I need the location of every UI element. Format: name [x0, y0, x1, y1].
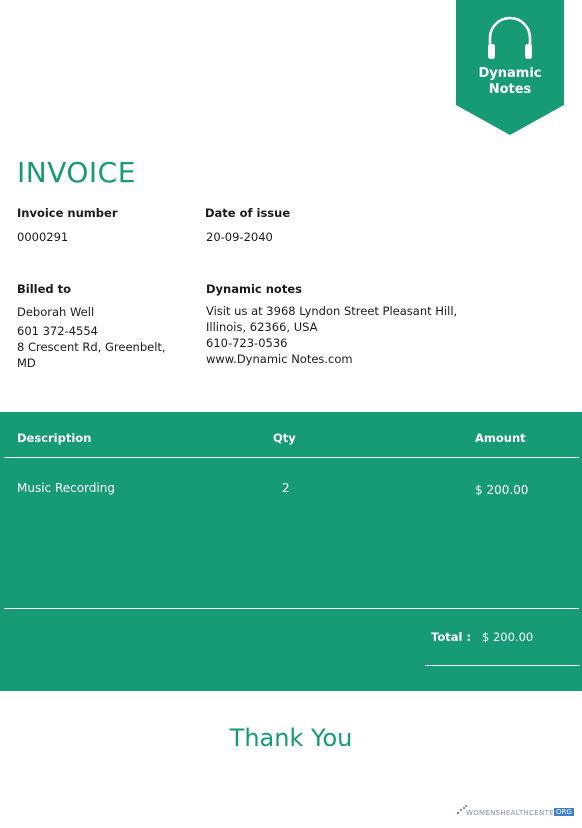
brand-name: Dynamic Notes — [456, 66, 564, 98]
company-label: Dynamic notes — [206, 282, 302, 296]
row-description: Music Recording — [17, 481, 115, 495]
watermark-text: WOMENSHEALTHCENTER — [466, 809, 560, 817]
billed-to-phone: 601 372-4554 — [17, 324, 98, 338]
billed-to-address-line1: 8 Crescent Rd, Greenbelt, — [17, 340, 166, 354]
billed-to-address-line2: MD — [17, 356, 36, 370]
date-of-issue-label: Date of issue — [205, 206, 291, 220]
brand-logo: Dynamic Notes — [456, 0, 564, 135]
total-divider — [425, 665, 580, 666]
brand-name-line1: Dynamic — [478, 66, 542, 81]
line-items-table — [0, 412, 582, 691]
total-label: Total : — [431, 630, 472, 644]
header-divider — [4, 457, 579, 458]
column-header-amount: Amount — [475, 431, 526, 445]
brand-name-line2: Notes — [488, 82, 532, 97]
company-website[interactable]: www.Dynamic Notes.com — [206, 351, 506, 367]
invoice-number-label: Invoice number — [17, 206, 118, 220]
page-title: INVOICE — [17, 156, 136, 189]
company-phone: 610-723-0536 — [206, 336, 288, 350]
watermark-org: ORG — [554, 808, 574, 816]
company-address-line2: Illinois, 62366, USA — [206, 320, 318, 334]
billed-to-label: Billed to — [17, 282, 72, 296]
invoice-number: 0000291 — [17, 230, 69, 244]
thank-you-message: Thank You — [229, 724, 353, 752]
row-amount: $ 200.00 — [475, 483, 529, 497]
total-value: $ 200.00 — [482, 630, 534, 644]
company-block: Visit us at 3968 Lyndon Street Pleasant … — [206, 303, 506, 367]
date-of-issue: 20-09-2040 — [206, 230, 273, 244]
column-header-qty: Qty — [273, 431, 296, 445]
row-qty: 2 — [282, 481, 290, 495]
billed-to-name: Deborah Well — [17, 305, 95, 319]
body-divider — [4, 608, 579, 609]
column-header-description: Description — [17, 431, 92, 445]
watermark-logo: WOMENSHEALTHCENTER ORG — [456, 802, 574, 822]
company-address-line1: Visit us at 3968 Lyndon Street Pleasant … — [206, 304, 458, 318]
billed-to-block: Deborah Well 601 372-4554 8 Crescent Rd,… — [17, 304, 197, 371]
